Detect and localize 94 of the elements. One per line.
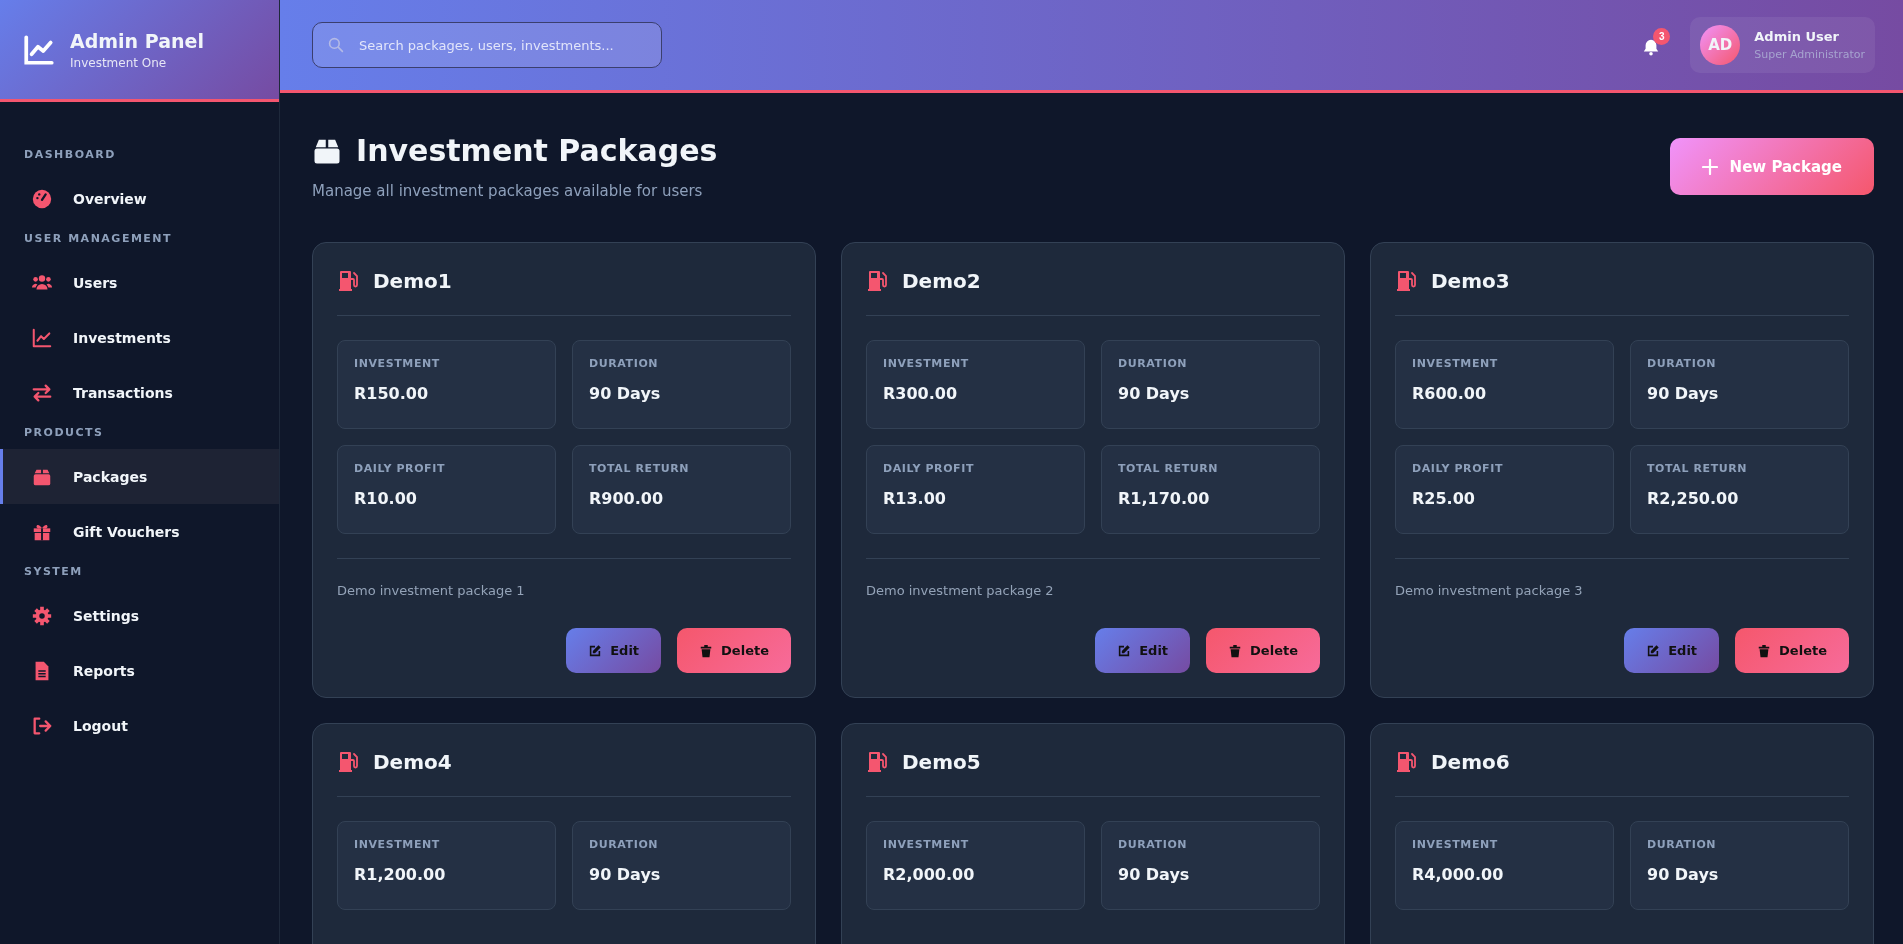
stat-value: 90 Days [589, 384, 662, 403]
avatar: AD [1700, 25, 1741, 65]
bell-icon [1642, 37, 1661, 56]
stat-value: 90 Days [1118, 384, 1191, 403]
package-name: Demo5 [902, 750, 981, 774]
notification-count: 3 [1653, 27, 1671, 45]
stat-label: DURATION [1118, 838, 1189, 851]
stat-label: TOTAL RETURN [1118, 462, 1220, 475]
brand-subtitle: Investment One [70, 55, 168, 70]
fuel-pump-icon [1395, 750, 1419, 774]
sidebar-item[interactable]: Packages [0, 449, 279, 504]
stat-value: R10.00 [354, 489, 418, 508]
trash-icon [1757, 643, 1772, 658]
stat-value: R1,170.00 [1118, 489, 1211, 508]
stat-label: INVESTMENT [1412, 357, 1499, 370]
fuel-pump-icon [866, 750, 890, 774]
stat-label: TOTAL RETURN [1647, 462, 1749, 475]
stat-value: 90 Days [589, 865, 662, 884]
sidebar-item[interactable]: Settings [0, 588, 279, 643]
stat-value: R2,000.00 [883, 865, 976, 884]
package-name: Demo2 [902, 269, 981, 293]
line-chart-icon [31, 326, 53, 349]
package-name: Demo1 [373, 269, 452, 293]
sidebar-item[interactable]: Overview [0, 171, 279, 226]
trash-icon [699, 643, 714, 658]
stat-value: R13.00 [883, 489, 947, 508]
nav-section-title: SYSTEM [23, 565, 84, 578]
delete-button[interactable]: Delete [1735, 628, 1849, 673]
edit-icon [1117, 643, 1132, 658]
stat-value: R150.00 [354, 384, 430, 403]
stat-label: INVESTMENT [1412, 838, 1499, 851]
stat-value: R1,200.00 [354, 865, 447, 884]
stat-label: DURATION [589, 357, 660, 370]
stat-value: R2,250.00 [1647, 489, 1740, 508]
stat-value: R4,000.00 [1412, 865, 1505, 884]
page-subtitle: Manage all investment packages available for users [312, 182, 704, 200]
package-description: Demo investment package 2 [866, 558, 1320, 598]
package-name: Demo4 [373, 750, 452, 774]
stat-value: 90 Days [1647, 384, 1720, 403]
search-field[interactable]: Search packages, users, investments... [312, 22, 662, 68]
stat-label: DAILY PROFIT [883, 462, 976, 475]
package-description: Demo investment package 3 [1395, 558, 1849, 598]
edit-icon [1646, 643, 1661, 658]
sidebar-item[interactable]: Gift Vouchers [0, 504, 279, 559]
line-chart-icon [22, 32, 56, 67]
stat-value: 90 Days [1118, 865, 1191, 884]
stat-value: 90 Days [1647, 865, 1720, 884]
page-title: Investment Packages [356, 133, 718, 168]
arrows-icon [31, 381, 53, 404]
nav-section-title: DASHBOARD [23, 148, 117, 161]
sidebar-item[interactable]: Investments [0, 310, 279, 365]
fuel-pump-icon [337, 750, 361, 774]
search-icon [328, 37, 344, 53]
stat-label: DURATION [1647, 357, 1718, 370]
plus-icon [1701, 158, 1718, 175]
user-name: Admin User [1754, 29, 1840, 44]
stat-label: TOTAL RETURN [589, 462, 691, 475]
settings-icon [31, 604, 53, 627]
stat-label: INVESTMENT [354, 838, 441, 851]
fuel-pump-icon [337, 269, 361, 293]
stat-value: R25.00 [1412, 489, 1476, 508]
edit-button[interactable]: Edit [1624, 628, 1720, 673]
sidebar-item[interactable]: Transactions [0, 365, 279, 420]
brand-title: Admin Panel [70, 29, 204, 52]
stat-label: DURATION [589, 838, 660, 851]
stat-label: DAILY PROFIT [1412, 462, 1505, 475]
package-name: Demo6 [1431, 750, 1510, 774]
delete-button[interactable]: Delete [1206, 628, 1320, 673]
sidebar-item[interactable]: Reports [0, 643, 279, 698]
sidebar-item[interactable]: Users [0, 255, 279, 310]
gauge-icon [31, 187, 53, 210]
nav-section-title: PRODUCTS [23, 426, 105, 439]
fuel-pump-icon [866, 269, 890, 293]
stat-label: DURATION [1647, 838, 1718, 851]
trash-icon [1228, 643, 1243, 658]
stat-label: INVESTMENT [883, 838, 970, 851]
user-card[interactable]: AD Admin User Super Administrator [1690, 17, 1875, 73]
edit-button[interactable]: Edit [1095, 628, 1191, 673]
stat-label: INVESTMENT [354, 357, 441, 370]
stat-value: R300.00 [883, 384, 959, 403]
delete-button[interactable]: Delete [677, 628, 791, 673]
stat-value: R900.00 [589, 489, 665, 508]
nav-section-title: USER MANAGEMENT [23, 232, 174, 245]
user-role: Super Administrator [1754, 48, 1865, 61]
fuel-pump-icon [1395, 269, 1419, 293]
edit-button[interactable]: Edit [566, 628, 662, 673]
stat-label: DURATION [1118, 357, 1189, 370]
stat-label: DAILY PROFIT [354, 462, 447, 475]
sidebar-item[interactable]: Logout [0, 698, 279, 753]
stat-label: INVESTMENT [883, 357, 970, 370]
package-name: Demo3 [1431, 269, 1510, 293]
package-description: Demo investment package 1 [337, 558, 791, 598]
edit-icon [588, 643, 603, 658]
stat-value: R600.00 [1412, 384, 1488, 403]
